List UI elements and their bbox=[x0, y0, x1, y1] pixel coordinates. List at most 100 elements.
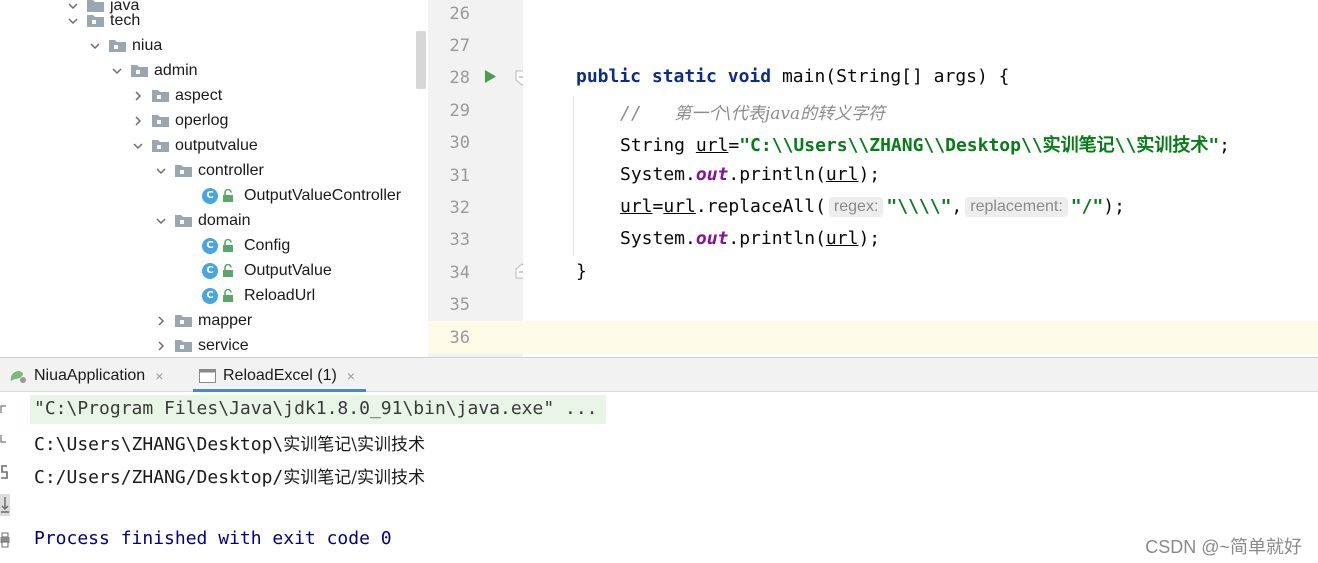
folder-icon bbox=[175, 164, 192, 177]
code-line-28: public static void main(String[] args) { bbox=[576, 66, 1010, 87]
tree-item-label: service bbox=[198, 336, 249, 354]
line-number: 29 bbox=[449, 101, 470, 121]
folder-icon bbox=[87, 14, 104, 27]
tree-item-label: aspect bbox=[175, 86, 223, 104]
chevron-down-icon[interactable] bbox=[154, 214, 168, 228]
code-line-34: } bbox=[576, 261, 587, 282]
chevron-down-icon[interactable] bbox=[88, 39, 102, 53]
tree-item-label: OutputValueController bbox=[244, 186, 402, 204]
line-number: 31 bbox=[449, 166, 470, 186]
folder-icon bbox=[131, 64, 148, 77]
tree-item-domain[interactable]: domain bbox=[0, 208, 416, 233]
spring-boot-icon bbox=[10, 370, 26, 383]
close-icon[interactable]: × bbox=[347, 368, 355, 384]
soft-wrap-icon[interactable] bbox=[0, 464, 9, 480]
tab-niuaapplication[interactable]: NiuaApplication × bbox=[9, 358, 163, 393]
folder-icon bbox=[175, 314, 192, 327]
chevron-right-icon[interactable] bbox=[131, 89, 145, 103]
tree-item-label: controller bbox=[198, 161, 264, 179]
chevron-down-icon[interactable] bbox=[131, 139, 145, 153]
line-number: 34 bbox=[449, 263, 470, 283]
class-icon: C bbox=[202, 262, 218, 279]
scroll-to-end-icon[interactable] bbox=[0, 494, 10, 516]
console-command-line: "C:\Program Files\Java\jdk1.8.0_91\bin\j… bbox=[34, 398, 598, 419]
tree-item-label: Config bbox=[244, 236, 291, 254]
tree-item-config[interactable]: C Config bbox=[0, 233, 416, 258]
tree-item-label: niua bbox=[132, 36, 163, 54]
console-output[interactable]: "C:\Program Files\Java\jdk1.8.0_91\bin\j… bbox=[34, 392, 1318, 563]
tree-item-label: operlog bbox=[175, 111, 229, 129]
code-line-31: System.out.println(url); bbox=[620, 164, 881, 185]
process-exit-message: Process finished with exit code 0 bbox=[34, 528, 392, 549]
line-number: 35 bbox=[449, 295, 470, 315]
run-tabs-bar: NiuaApplication × ReloadExcel (1) × bbox=[0, 357, 1318, 392]
editor-gutter: 26 27 28 29 30 31 32 33 34 35 36 bbox=[428, 0, 529, 357]
print-icon[interactable] bbox=[0, 532, 10, 548]
folder-icon bbox=[175, 339, 192, 352]
line-number: 26 bbox=[449, 4, 470, 24]
folder-icon bbox=[152, 139, 169, 152]
lock-open-icon bbox=[222, 263, 234, 278]
chevron-right-icon[interactable] bbox=[154, 339, 168, 353]
tree-item-mapper[interactable]: mapper bbox=[0, 308, 416, 333]
class-icon: C bbox=[202, 237, 218, 254]
tab-label: ReloadExcel (1) bbox=[223, 366, 337, 384]
line-number: 28 bbox=[449, 68, 470, 88]
run-arrow-icon[interactable] bbox=[484, 69, 497, 84]
folder-icon bbox=[109, 39, 126, 52]
tree-item-outputvalue-class[interactable]: C OutputValue bbox=[0, 258, 416, 283]
tree-item-aspect[interactable]: aspect bbox=[0, 83, 416, 108]
current-line-gutter-highlight bbox=[428, 321, 523, 354]
tree-scrollbar[interactable] bbox=[416, 31, 426, 89]
tab-label: NiuaApplication bbox=[34, 366, 146, 384]
tree-item-niua[interactable]: niua bbox=[0, 33, 416, 58]
class-icon: C bbox=[202, 287, 218, 304]
code-line-33: System.out.println(url); bbox=[620, 228, 881, 249]
up-arrow-icon[interactable] bbox=[0, 402, 9, 414]
tree-item-label: OutputValue bbox=[244, 261, 332, 279]
chevron-down-icon[interactable] bbox=[110, 64, 124, 78]
folder-icon bbox=[152, 89, 169, 102]
down-arrow-icon[interactable] bbox=[0, 434, 9, 446]
folder-icon bbox=[152, 114, 169, 127]
console-output-line: C:\Users\ZHANG\Desktop\实训笔记\实训技术 bbox=[34, 434, 425, 455]
tree-item-service[interactable]: service bbox=[0, 333, 416, 357]
tree-item-label: ReloadUrl bbox=[244, 286, 316, 304]
chevron-down-icon[interactable] bbox=[66, 14, 80, 28]
tree-item-label: admin bbox=[154, 61, 198, 79]
tree-item-admin[interactable]: admin bbox=[0, 58, 416, 83]
watermark: CSDN @~简单就好 bbox=[1145, 537, 1302, 557]
tree-item-label: mapper bbox=[198, 311, 253, 329]
lock-open-icon bbox=[222, 238, 234, 253]
line-number: 32 bbox=[449, 198, 470, 218]
folder-icon bbox=[175, 214, 192, 227]
close-icon[interactable]: × bbox=[155, 368, 163, 384]
console-side-toolbar bbox=[0, 392, 14, 563]
parameter-hint-regex: regex: bbox=[828, 197, 884, 217]
class-icon: C bbox=[202, 187, 218, 204]
tree-item-outputvaluecontroller[interactable]: C OutputValueController bbox=[0, 183, 416, 208]
tree-item-outputvalue[interactable]: outputvalue bbox=[0, 133, 416, 158]
tree-item-controller[interactable]: controller bbox=[0, 158, 416, 183]
line-number: 33 bbox=[449, 230, 470, 250]
console-icon bbox=[199, 368, 216, 383]
tree-item-operlog[interactable]: operlog bbox=[0, 108, 416, 133]
line-number: 30 bbox=[449, 133, 470, 153]
project-tree: java tech niua admin aspect operlog outp… bbox=[0, 0, 428, 357]
line-number: 27 bbox=[449, 36, 470, 56]
tab-reloadexcel[interactable]: ReloadExcel (1) × bbox=[199, 358, 355, 393]
parameter-hint-replacement: replacement: bbox=[965, 197, 1068, 217]
current-line-highlight bbox=[523, 321, 1318, 354]
tree-item-label: outputvalue bbox=[175, 136, 258, 154]
tree-item-label: tech bbox=[110, 11, 141, 29]
line-number: 36 bbox=[449, 328, 470, 348]
chevron-down-icon[interactable] bbox=[154, 164, 168, 178]
tree-item-tech[interactable]: tech bbox=[0, 8, 416, 33]
tree-item-label: domain bbox=[198, 211, 251, 229]
tree-item-reloadurl[interactable]: C ReloadUrl bbox=[0, 283, 416, 308]
console-output-line: C:/Users/ZHANG/Desktop/实训笔记/实训技术 bbox=[34, 467, 425, 488]
chevron-right-icon[interactable] bbox=[131, 114, 145, 128]
chevron-right-icon[interactable] bbox=[154, 314, 168, 328]
code-editor[interactable]: public static void main(String[] args) {… bbox=[523, 0, 1318, 357]
code-line-30: String url="C:\\Users\\ZHANG\\Desktop\\实… bbox=[620, 135, 1231, 156]
